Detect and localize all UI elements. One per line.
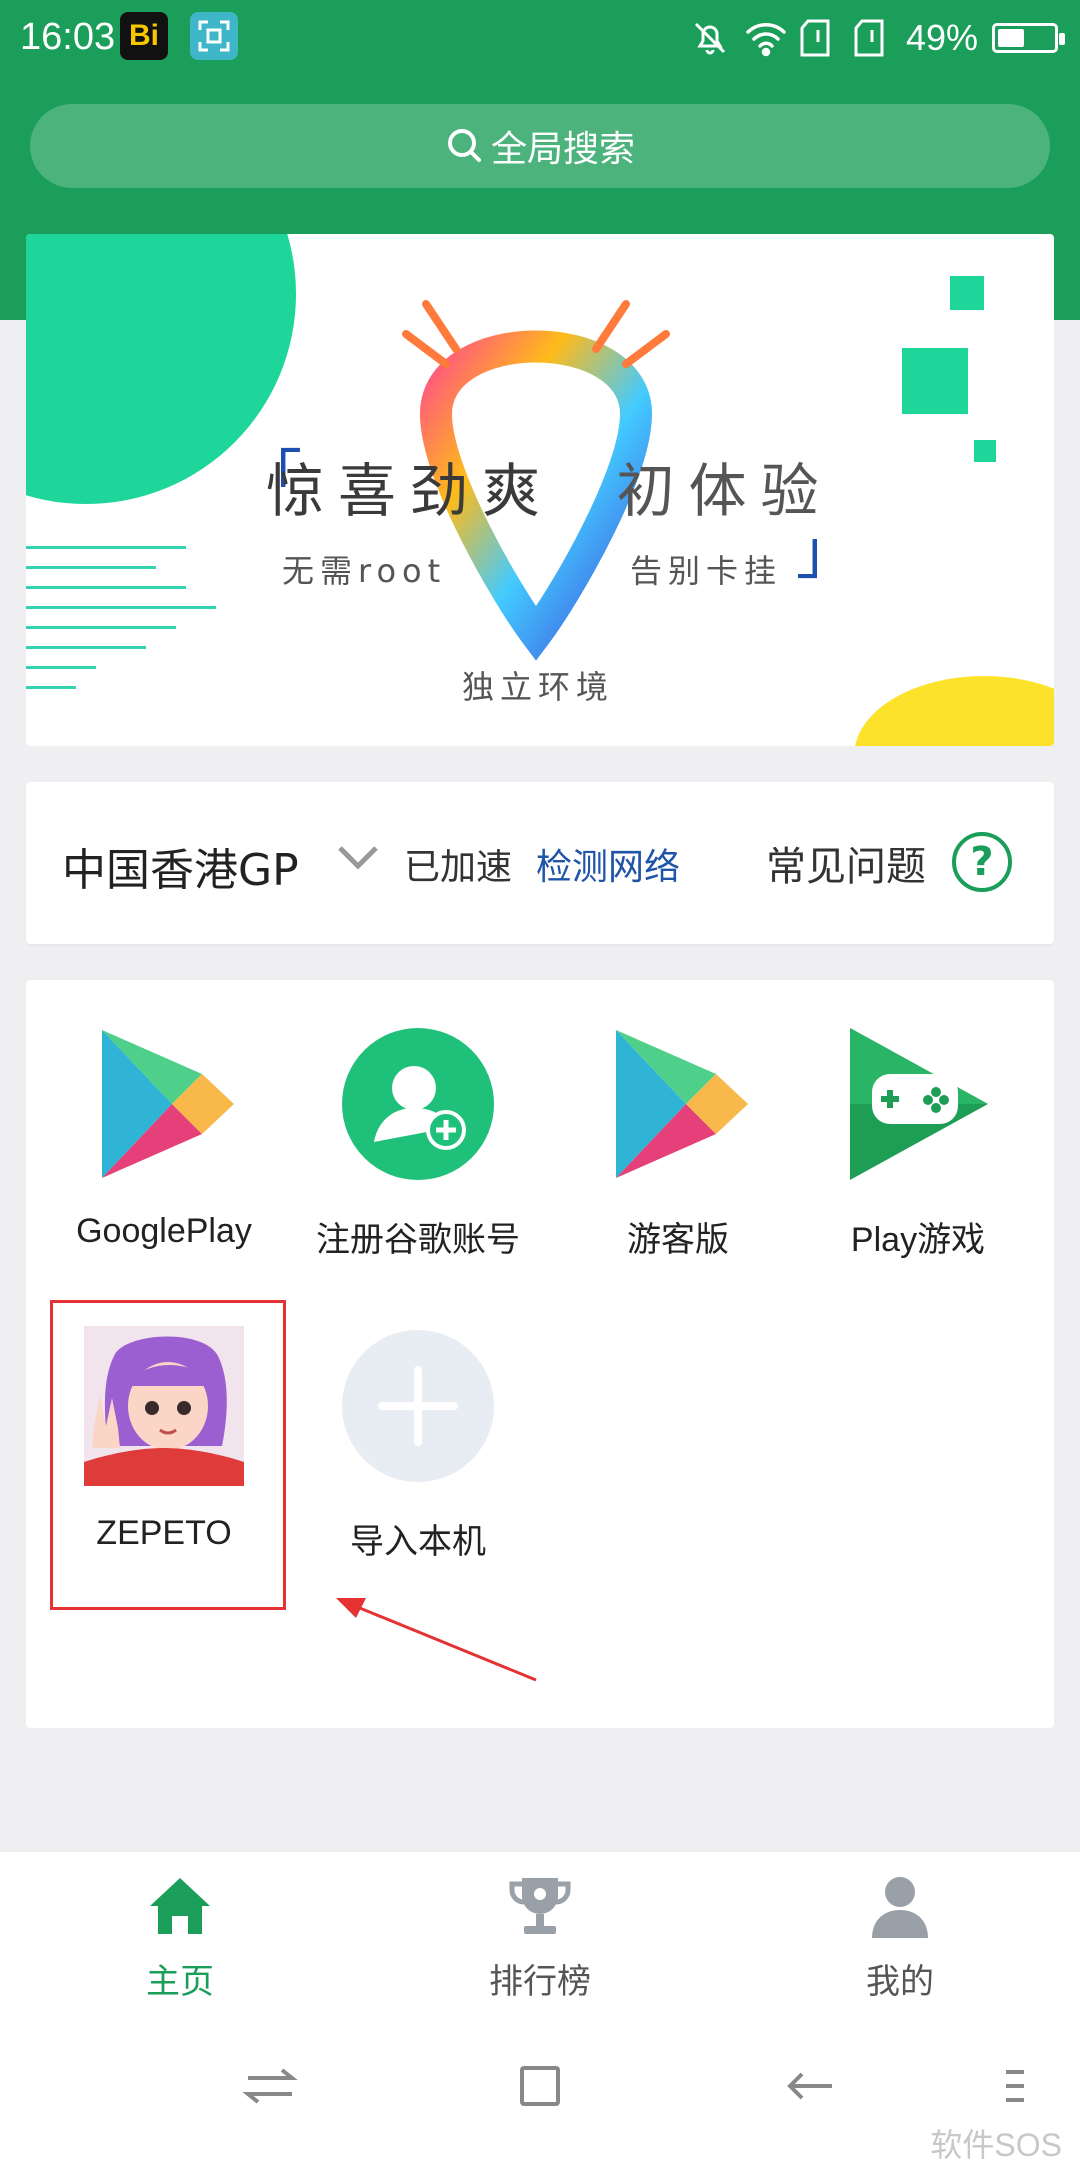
detect-network-link[interactable]: 检测网络 bbox=[536, 838, 680, 890]
decor-square bbox=[974, 440, 996, 462]
accel-status: 已加速 bbox=[404, 847, 513, 888]
person-icon bbox=[864, 1870, 936, 1942]
mute-bell-icon bbox=[690, 18, 730, 58]
app-tile-import-local[interactable]: 导入本机 bbox=[298, 1282, 538, 1562]
back-arrow-icon[interactable] bbox=[780, 2056, 840, 2116]
wifi-icon bbox=[744, 18, 786, 58]
battery-icon bbox=[992, 23, 1065, 53]
google-play-icon bbox=[84, 1024, 244, 1184]
trophy-icon bbox=[504, 1870, 576, 1942]
promo-banner[interactable]: 「 」 惊喜劲爽 初体验 无需root 告别卡挂 独立环境 bbox=[26, 234, 1054, 746]
banner-sub-right: 告别卡挂 bbox=[630, 552, 783, 590]
banner-sub-bottom: 独立环境 bbox=[462, 668, 615, 706]
help-icon[interactable]: ? bbox=[952, 832, 1012, 892]
annotation-arrow bbox=[336, 1598, 537, 1682]
app-label: GooglePlay bbox=[76, 1212, 252, 1250]
decor-lines bbox=[26, 546, 216, 706]
highlight-box bbox=[50, 1300, 286, 1610]
home-icon bbox=[144, 1870, 216, 1942]
battery-fill bbox=[998, 29, 1024, 47]
status-time: 16:03 bbox=[20, 16, 116, 58]
add-account-icon bbox=[338, 1024, 498, 1184]
chevron-down-icon[interactable] bbox=[336, 842, 380, 872]
status-bar: 16:03 Bi 49% bbox=[0, 0, 1080, 76]
app-label: 游客版 bbox=[627, 1221, 729, 1259]
nav-mine[interactable]: 我的 bbox=[800, 1870, 1000, 2002]
network-card: 中国香港GP 已加速 检测网络 常见问题 ? bbox=[26, 782, 1054, 944]
search-icon bbox=[447, 129, 481, 162]
app-tile-guest[interactable]: 游客版 bbox=[558, 980, 798, 1260]
watermark: 软件SOS bbox=[930, 2127, 1062, 2160]
banner-title-part2: 初体验 bbox=[616, 457, 833, 525]
decor-square bbox=[950, 276, 984, 310]
sim1-icon bbox=[798, 18, 838, 58]
decor-square bbox=[902, 348, 968, 414]
system-nav-bar bbox=[0, 2012, 1080, 2160]
switch-apps-icon[interactable] bbox=[240, 2056, 300, 2116]
app-label: Play游戏 bbox=[850, 1221, 986, 1259]
nav-label: 我的 bbox=[866, 1962, 934, 2002]
banner-sub-left: 无需root bbox=[282, 552, 447, 590]
bottom-nav: 主页 排行榜 我的 bbox=[0, 1852, 1080, 2012]
banner-title: 惊喜劲爽 初体验 bbox=[266, 444, 832, 528]
apps-panel: GooglePlay 注册谷歌账号 游客版 Play游戏 ZEPETO 导入本机 bbox=[26, 980, 1054, 1728]
faq-link[interactable]: 常见问题 bbox=[766, 834, 926, 892]
sim2-icon bbox=[852, 18, 892, 58]
add-plus-icon bbox=[338, 1326, 498, 1486]
bi-app-icon: Bi bbox=[120, 12, 168, 60]
google-play-icon bbox=[598, 1024, 758, 1184]
app-tile-play-games[interactable]: Play游戏 bbox=[798, 980, 1038, 1260]
search-bar[interactable]: 全局搜索 bbox=[30, 104, 1050, 188]
nav-label: 主页 bbox=[146, 1962, 214, 2002]
nav-home[interactable]: 主页 bbox=[80, 1870, 280, 2002]
app-tile-googleplay[interactable]: GooglePlay bbox=[44, 980, 284, 1260]
screenshot-icon bbox=[190, 12, 238, 60]
play-games-icon bbox=[838, 1024, 998, 1184]
home-square-icon[interactable] bbox=[510, 2056, 570, 2116]
app-tile-register-google[interactable]: 注册谷歌账号 bbox=[298, 980, 538, 1260]
search-placeholder: 全局搜索 bbox=[490, 129, 635, 170]
banner-title-part1: 惊喜劲爽 bbox=[266, 457, 555, 525]
nav-ranking[interactable]: 排行榜 bbox=[440, 1870, 640, 2002]
status-right: 49% bbox=[690, 12, 1065, 64]
region-selector[interactable]: 中国香港GP bbox=[62, 834, 299, 898]
battery-percent: 49% bbox=[905, 17, 978, 58]
app-label: 导入本机 bbox=[350, 1523, 486, 1561]
nav-label: 排行榜 bbox=[489, 1962, 591, 2002]
menu-dots-icon[interactable] bbox=[1000, 2056, 1030, 2116]
app-label: 注册谷歌账号 bbox=[316, 1221, 520, 1259]
decor-circle bbox=[854, 676, 1054, 746]
